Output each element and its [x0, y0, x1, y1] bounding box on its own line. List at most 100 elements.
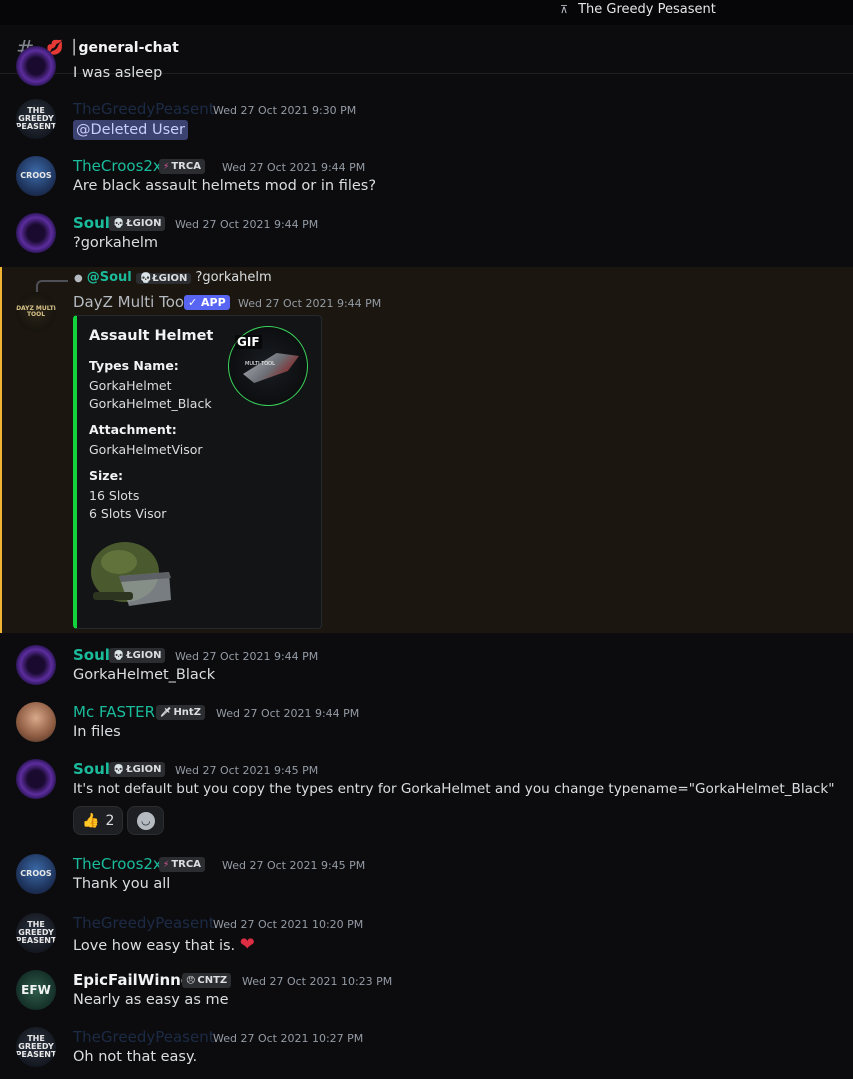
- avatar[interactable]: DAYZ MULTI TOOL: [16, 292, 56, 332]
- embed-field-value: 16 Slots: [89, 488, 140, 503]
- role-tag[interactable]: 💀 ŁGION: [109, 648, 166, 663]
- embed-field-label: Attachment:: [89, 422, 177, 437]
- thumbnail-caption: MULTI TOOL: [245, 361, 275, 367]
- role-tag[interactable]: 🗡 HntZ: [156, 705, 205, 720]
- role-tag[interactable]: 😠 CNTZ: [182, 973, 232, 988]
- lightning-icon: ⚡: [163, 860, 170, 870]
- server-title[interactable]: ⊼ The Greedy Pesasent: [560, 2, 716, 17]
- avatar-label: THE GREEDY PEASENT: [16, 106, 56, 131]
- role-tag[interactable]: ⚡ TRCA: [159, 857, 205, 872]
- user-mention[interactable]: @Deleted User: [73, 120, 189, 140]
- author-name[interactable]: TheGreedyPeasent: [73, 100, 215, 118]
- avatar[interactable]: EFW: [16, 970, 56, 1010]
- avatar[interactable]: [16, 46, 56, 86]
- message-text: In files: [73, 724, 121, 740]
- author-name[interactable]: Soul: [73, 646, 110, 664]
- avatar[interactable]: [16, 759, 56, 799]
- message-text: Oh not that easy.: [73, 1049, 198, 1065]
- lightning-icon: ⚡: [163, 162, 170, 172]
- embed-thumbnail[interactable]: GIF MULTI TOOL: [228, 326, 308, 406]
- helmet-image[interactable]: [89, 538, 173, 610]
- avatar[interactable]: THE GREEDY PEASENT: [16, 913, 56, 953]
- channel-name[interactable]: │general-chat: [70, 40, 179, 56]
- embed-field-label: Size:: [89, 468, 124, 483]
- message-text: GorkaHelmet_Black: [73, 667, 216, 683]
- avatar-label: CROOS: [20, 171, 52, 180]
- timestamp: Wed 27 Oct 2021 9:45 PM: [222, 859, 366, 872]
- timestamp: Wed 27 Oct 2021 10:20 PM: [213, 918, 364, 931]
- add-reaction-button[interactable]: ◡: [127, 806, 165, 835]
- avatar-label: CROOS: [20, 869, 52, 878]
- avatar[interactable]: [16, 213, 56, 253]
- timestamp: Wed 27 Oct 2021 10:23 PM: [242, 975, 393, 988]
- avatar[interactable]: [16, 645, 56, 685]
- embed-field-value: GorkaHelmet: [89, 378, 172, 393]
- author-name[interactable]: TheCroos2x: [73, 157, 162, 175]
- multitool-icon: [243, 353, 299, 383]
- avatar[interactable]: THE GREEDY PEASENT: [16, 1027, 56, 1067]
- reply-author[interactable]: @Soul: [87, 270, 132, 285]
- embed-field-value: 6 Slots Visor: [89, 506, 167, 521]
- app-badge: ✓ APP: [184, 295, 230, 310]
- timestamp: Wed 27 Oct 2021 9:44 PM: [238, 297, 382, 310]
- add-reaction-icon: ◡: [136, 811, 155, 830]
- author-name[interactable]: Mc FASTER: [73, 703, 155, 721]
- author-name[interactable]: TheGreedyPeasent: [73, 914, 215, 932]
- role-tag[interactable]: 💀 ŁGION: [109, 762, 166, 777]
- skull-icon: 💀: [113, 651, 125, 661]
- avatar[interactable]: THE GREEDY PEASENT: [16, 99, 56, 139]
- server-glyph-icon: ⊼: [560, 3, 569, 16]
- avatar-label: DAYZ MULTI TOOL: [16, 305, 56, 318]
- author-name[interactable]: TheGreedyPeasent: [73, 1028, 215, 1046]
- avatar[interactable]: CROOS: [16, 156, 56, 196]
- message-text: Are black assault helmets mod or in file…: [73, 178, 377, 194]
- role-tag[interactable]: ⚡ TRCA: [159, 159, 205, 174]
- reaction-bar: 👍 2 ◡: [73, 806, 165, 835]
- reply-preview[interactable]: ● @Soul 💀ŁGION ?gorkahelm: [74, 270, 272, 285]
- timestamp: Wed 27 Oct 2021 9:44 PM: [175, 218, 319, 231]
- timestamp: Wed 27 Oct 2021 9:44 PM: [175, 650, 319, 663]
- message-text: Love how easy that is. ❤: [73, 934, 255, 955]
- avatar-label: THE GREEDY PEASENT: [16, 1034, 56, 1059]
- avatar-label: THE GREEDY PEASENT: [16, 920, 56, 945]
- timestamp: Wed 27 Oct 2021 9:30 PM: [213, 104, 357, 117]
- timestamp: Wed 27 Oct 2021 9:45 PM: [175, 764, 319, 777]
- reply-connector: [36, 280, 68, 292]
- skull-icon: 💀: [113, 219, 125, 229]
- angry-face-icon: 😠: [186, 976, 196, 986]
- server-name: The Greedy Pesasent: [578, 2, 716, 17]
- message-text: It's not default but you copy the types …: [73, 781, 835, 797]
- message-text: Thank you all: [73, 876, 171, 892]
- embed-title: Assault Helmet: [89, 328, 214, 344]
- author-name[interactable]: Soul: [73, 760, 110, 778]
- avatar[interactable]: [16, 702, 56, 742]
- avatar-label: EFW: [21, 983, 51, 997]
- reply-avatar-icon: ●: [74, 273, 83, 284]
- message-text: ?gorkahelm: [73, 235, 159, 251]
- check-icon: ✓: [188, 296, 202, 309]
- reaction-thumbs-up[interactable]: 👍 2: [73, 806, 124, 835]
- thumbs-up-icon: 👍: [82, 812, 100, 829]
- skull-icon: 💀: [113, 765, 125, 775]
- message-text: I was asleep: [73, 65, 163, 81]
- author-name[interactable]: DayZ Multi Tool: [73, 293, 188, 311]
- embed-field-label: Types Name:: [89, 358, 179, 373]
- embed-field-value: GorkaHelmet_Black: [89, 396, 212, 411]
- heart-icon: ❤: [239, 934, 255, 955]
- title-bar: ⊼ The Greedy Pesasent: [0, 0, 853, 25]
- author-name[interactable]: TheCroos2x: [73, 855, 162, 873]
- avatar[interactable]: CROOS: [16, 854, 56, 894]
- role-tag[interactable]: 💀 ŁGION: [109, 216, 166, 231]
- author-name[interactable]: Soul: [73, 214, 110, 232]
- reaction-count: 2: [105, 812, 115, 829]
- timestamp: Wed 27 Oct 2021 9:44 PM: [216, 707, 360, 720]
- timestamp: Wed 27 Oct 2021 10:27 PM: [213, 1032, 364, 1045]
- embed-field-value: GorkaHelmetVisor: [89, 442, 203, 457]
- reply-role-tag: 💀ŁGION: [135, 273, 192, 284]
- embed-card: Assault Helmet GIF MULTI TOOL Types Name…: [73, 315, 322, 629]
- sword-icon: 🗡: [160, 708, 172, 718]
- message-text: Nearly as easy as me: [73, 992, 229, 1008]
- author-name[interactable]: EpicFailWinner: [73, 971, 198, 989]
- reply-text: ?gorkahelm: [195, 270, 272, 285]
- timestamp: Wed 27 Oct 2021 9:44 PM: [222, 161, 366, 174]
